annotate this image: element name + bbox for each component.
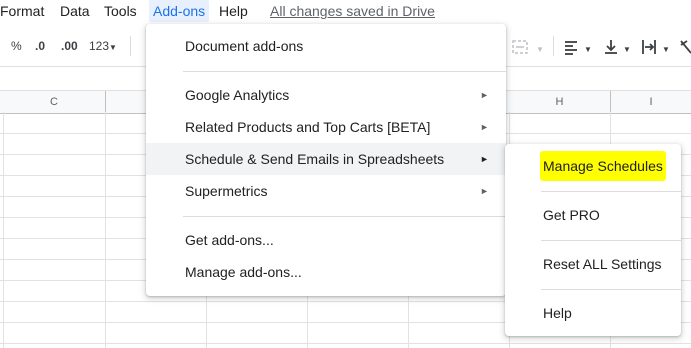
- menu-item-get-add-ons[interactable]: Get add-ons...: [146, 224, 506, 256]
- submenu-arrow-icon: ►: [480, 122, 489, 132]
- menu-bar: Format Data Tools Add-ons Help All chang…: [0, 0, 691, 22]
- menu-item-manage-add-ons[interactable]: Manage add-ons...: [146, 256, 506, 288]
- column-header-c[interactable]: C: [3, 91, 106, 113]
- menu-divider: [541, 289, 681, 290]
- menu-item-document-add-ons[interactable]: Document add-ons: [146, 30, 506, 62]
- grid-line: [105, 112, 106, 348]
- chevron-down-icon: ▼: [623, 45, 631, 54]
- column-header-h[interactable]: H: [509, 91, 611, 113]
- vertical-align-icon[interactable]: [603, 39, 619, 55]
- chevron-down-icon: ▼: [109, 43, 117, 52]
- schedule-send-emails-submenu: Manage Schedules Get PRO Reset ALL Setti…: [505, 144, 681, 336]
- menu-item-label: Get add-ons...: [185, 232, 274, 248]
- chevron-down-icon: ▼: [536, 45, 544, 54]
- format-percent-button[interactable]: %: [11, 38, 22, 54]
- add-ons-menu: Document add-ons Google Analytics ► Rela…: [146, 24, 506, 296]
- text-rotation-icon[interactable]: [679, 39, 691, 55]
- submenu-arrow-icon: ►: [480, 90, 489, 100]
- more-formats-button[interactable]: 123▼: [89, 38, 117, 56]
- menu-add-ons[interactable]: Add-ons: [149, 0, 210, 22]
- menu-divider: [183, 216, 506, 217]
- more-formats-label: 123: [89, 39, 110, 53]
- submenu-item-reset-all-settings[interactable]: Reset ALL Settings: [505, 249, 681, 279]
- menu-item-label: Schedule & Send Emails in Spreadsheets: [185, 151, 445, 167]
- menu-divider: [541, 191, 681, 192]
- menu-data[interactable]: Data: [60, 2, 90, 20]
- toolbar-divider: [553, 36, 554, 56]
- chevron-down-icon: ▼: [584, 45, 592, 54]
- toolbar-divider: [130, 36, 131, 56]
- menu-format[interactable]: Format: [0, 2, 44, 20]
- menu-item-label: Document add-ons: [185, 38, 304, 54]
- menu-tools[interactable]: Tools: [104, 2, 137, 20]
- menu-item-label: Manage add-ons...: [185, 264, 302, 280]
- submenu-item-get-pro[interactable]: Get PRO: [505, 200, 681, 230]
- drive-save-status-link[interactable]: All changes saved in Drive: [270, 2, 435, 20]
- chevron-down-icon: ▼: [662, 45, 670, 54]
- menu-item-schedule-send-emails[interactable]: Schedule & Send Emails in Spreadsheets ►: [146, 143, 506, 175]
- menu-item-supermetrics[interactable]: Supermetrics ►: [146, 175, 506, 207]
- menu-item-label: Google Analytics: [185, 87, 290, 103]
- submenu-arrow-icon: ►: [480, 154, 489, 164]
- submenu-arrow-icon: ►: [480, 186, 489, 196]
- horizontal-align-icon[interactable]: [563, 39, 579, 55]
- menu-item-google-analytics[interactable]: Google Analytics ►: [146, 79, 506, 111]
- submenu-item-help[interactable]: Help: [505, 298, 681, 328]
- submenu-item-label: Manage Schedules: [540, 151, 666, 181]
- column-header-i[interactable]: I: [611, 91, 691, 113]
- menu-help[interactable]: Help: [219, 2, 248, 20]
- menu-item-label: Related Products and Top Carts [BETA]: [185, 119, 431, 135]
- submenu-item-label: Help: [543, 305, 572, 321]
- grid-line: [0, 343, 691, 344]
- menu-divider: [541, 240, 681, 241]
- submenu-item-manage-schedules[interactable]: Manage Schedules: [505, 151, 681, 181]
- menu-divider: [183, 71, 506, 72]
- text-wrapping-icon[interactable]: [641, 39, 657, 55]
- menu-item-related-products[interactable]: Related Products and Top Carts [BETA] ►: [146, 111, 506, 143]
- menu-item-label: Supermetrics: [185, 183, 268, 199]
- submenu-item-label: Reset ALL Settings: [543, 256, 662, 272]
- increase-decimal-button[interactable]: .00: [61, 38, 78, 54]
- decrease-decimal-button[interactable]: .0: [35, 38, 45, 54]
- grid-line: [3, 112, 4, 348]
- merge-cells-icon[interactable]: [512, 39, 528, 55]
- submenu-item-label: Get PRO: [543, 207, 600, 223]
